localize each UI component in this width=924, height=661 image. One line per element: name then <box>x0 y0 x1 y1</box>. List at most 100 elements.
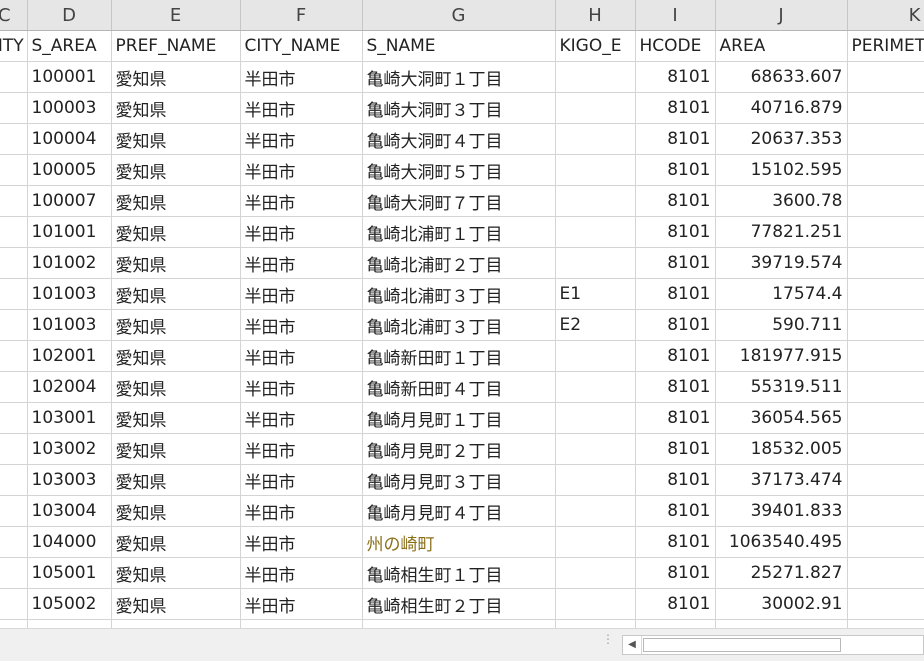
column-header-k[interactable]: K <box>847 0 924 31</box>
table-cell[interactable]: 101003 <box>27 309 112 341</box>
table-cell[interactable]: 5 <box>0 154 28 186</box>
table-cell[interactable]: 8101 <box>635 495 716 527</box>
table-cell[interactable]: 590.711 <box>715 309 848 341</box>
table-cell[interactable]: 103002 <box>27 433 112 465</box>
table-cell[interactable]: 68633.607 <box>715 61 848 93</box>
table-cell[interactable]: 5 <box>0 278 28 310</box>
table-cell[interactable]: 8101 <box>635 61 716 93</box>
table-cell[interactable]: 亀崎北浦町３丁目 <box>362 309 556 341</box>
table-cell[interactable]: 愛知県 <box>111 464 241 496</box>
table-cell[interactable]: 8101 <box>635 247 716 279</box>
table-cell[interactable]: E2 <box>555 309 636 341</box>
table-cell[interactable]: 8101 <box>635 371 716 403</box>
sheet-split-handle[interactable]: ⋮ <box>602 633 614 653</box>
table-cell[interactable]: 5 <box>0 123 28 155</box>
table-cell[interactable]: 3600.78 <box>715 185 848 217</box>
table-cell[interactable]: 愛知県 <box>111 433 241 465</box>
table-cell[interactable]: 118 <box>847 309 924 341</box>
table-cell[interactable]: 40716.879 <box>715 92 848 124</box>
table-cell[interactable]: 8101 <box>635 278 716 310</box>
table-cell[interactable]: 581 <box>847 154 924 186</box>
table-cell[interactable]: 5 <box>0 464 28 496</box>
table-cell[interactable]: 8101 <box>635 526 716 558</box>
table-cell[interactable]: 亀崎月見町１丁目 <box>362 402 556 434</box>
table-cell[interactable]: 1537 <box>847 61 924 93</box>
table-cell[interactable]: 亀崎新田町４丁目 <box>362 371 556 403</box>
table-cell[interactable]: 8101 <box>635 154 716 186</box>
table-cell[interactable]: 半田市 <box>240 247 363 279</box>
table-cell[interactable]: 101001 <box>27 216 112 248</box>
table-cell[interactable]: 半田市 <box>240 557 363 589</box>
table-cell[interactable]: 半田市 <box>240 495 363 527</box>
table-cell[interactable]: 8101 <box>635 433 716 465</box>
column-header-h[interactable]: H <box>555 0 636 31</box>
field-name-cell[interactable]: S_AREA <box>27 30 112 62</box>
field-name-cell[interactable]: S_NAME <box>362 30 556 62</box>
table-cell[interactable]: 105002 <box>27 588 112 620</box>
table-cell[interactable] <box>555 526 636 558</box>
table-cell[interactable]: 亀崎月見町４丁目 <box>362 495 556 527</box>
table-cell[interactable] <box>555 154 636 186</box>
table-cell[interactable]: 100005 <box>27 154 112 186</box>
field-name-cell[interactable]: HCODE <box>635 30 716 62</box>
table-cell[interactable]: 半田市 <box>240 402 363 434</box>
table-cell[interactable]: 1996 <box>847 216 924 248</box>
table-cell[interactable]: 100007 <box>27 185 112 217</box>
table-cell[interactable]: 102004 <box>27 371 112 403</box>
table-cell[interactable] <box>27 619 112 628</box>
table-cell[interactable]: 101002 <box>27 247 112 279</box>
table-cell[interactable]: 1191 <box>847 92 924 124</box>
table-cell[interactable]: 100004 <box>27 123 112 155</box>
table-cell[interactable]: E1 <box>555 278 636 310</box>
table-cell[interactable]: 州の崎町 <box>362 526 556 558</box>
table-cell[interactable]: 愛知県 <box>111 278 241 310</box>
field-name-cell[interactable]: CITY_NAME <box>240 30 363 62</box>
table-cell[interactable]: 181977.915 <box>715 340 848 372</box>
column-header-c[interactable]: C <box>0 0 28 31</box>
table-cell[interactable]: 103004 <box>27 495 112 527</box>
table-cell[interactable]: 愛知県 <box>111 247 241 279</box>
table-cell[interactable]: 愛知県 <box>111 526 241 558</box>
table-cell[interactable]: 愛知県 <box>111 154 241 186</box>
table-cell[interactable]: 1063540.495 <box>715 526 848 558</box>
table-cell[interactable] <box>847 619 924 628</box>
table-cell[interactable] <box>555 588 636 620</box>
table-cell[interactable]: 5 <box>0 247 28 279</box>
table-cell[interactable]: 亀崎北浦町２丁目 <box>362 247 556 279</box>
table-cell[interactable]: 愛知県 <box>111 371 241 403</box>
table-cell[interactable]: 愛知県 <box>111 340 241 372</box>
table-cell[interactable]: 856 <box>847 588 924 620</box>
table-cell[interactable]: 105001 <box>27 557 112 589</box>
table-cell[interactable]: 39401.833 <box>715 495 848 527</box>
table-cell[interactable]: 半田市 <box>240 123 363 155</box>
table-cell[interactable]: 101003 <box>27 278 112 310</box>
table-cell[interactable]: 5 <box>0 402 28 434</box>
field-name-cell[interactable]: KIGO_E <box>555 30 636 62</box>
table-cell[interactable]: 愛知県 <box>111 123 241 155</box>
table-cell[interactable]: 亀崎相生町２丁目 <box>362 588 556 620</box>
table-cell[interactable]: 5 <box>0 526 28 558</box>
table-cell[interactable] <box>555 247 636 279</box>
table-cell[interactable]: 1248 <box>847 123 924 155</box>
column-header-f[interactable]: F <box>240 0 363 31</box>
table-cell[interactable]: 愛知県 <box>111 61 241 93</box>
table-cell[interactable]: 103003 <box>27 464 112 496</box>
table-cell[interactable]: 8101 <box>635 402 716 434</box>
table-cell[interactable]: 5 <box>0 61 28 93</box>
table-cell[interactable]: 1097 <box>847 371 924 403</box>
table-cell[interactable]: 亀崎大洞町３丁目 <box>362 92 556 124</box>
table-cell[interactable] <box>362 619 556 628</box>
table-cell[interactable]: 100001 <box>27 61 112 93</box>
table-cell[interactable]: 30002.91 <box>715 588 848 620</box>
table-cell[interactable]: 55319.511 <box>715 371 848 403</box>
table-cell[interactable]: 愛知県 <box>111 402 241 434</box>
table-cell[interactable]: 愛知県 <box>111 557 241 589</box>
table-cell[interactable]: 愛知県 <box>111 216 241 248</box>
table-cell[interactable]: 愛知県 <box>111 185 241 217</box>
column-header-i[interactable]: I <box>635 0 716 31</box>
table-cell[interactable] <box>555 371 636 403</box>
table-cell[interactable]: 18532.005 <box>715 433 848 465</box>
horizontal-scrollbar[interactable]: ◀ <box>622 635 924 655</box>
table-cell[interactable]: 亀崎大洞町５丁目 <box>362 154 556 186</box>
table-cell[interactable]: 8101 <box>635 185 716 217</box>
